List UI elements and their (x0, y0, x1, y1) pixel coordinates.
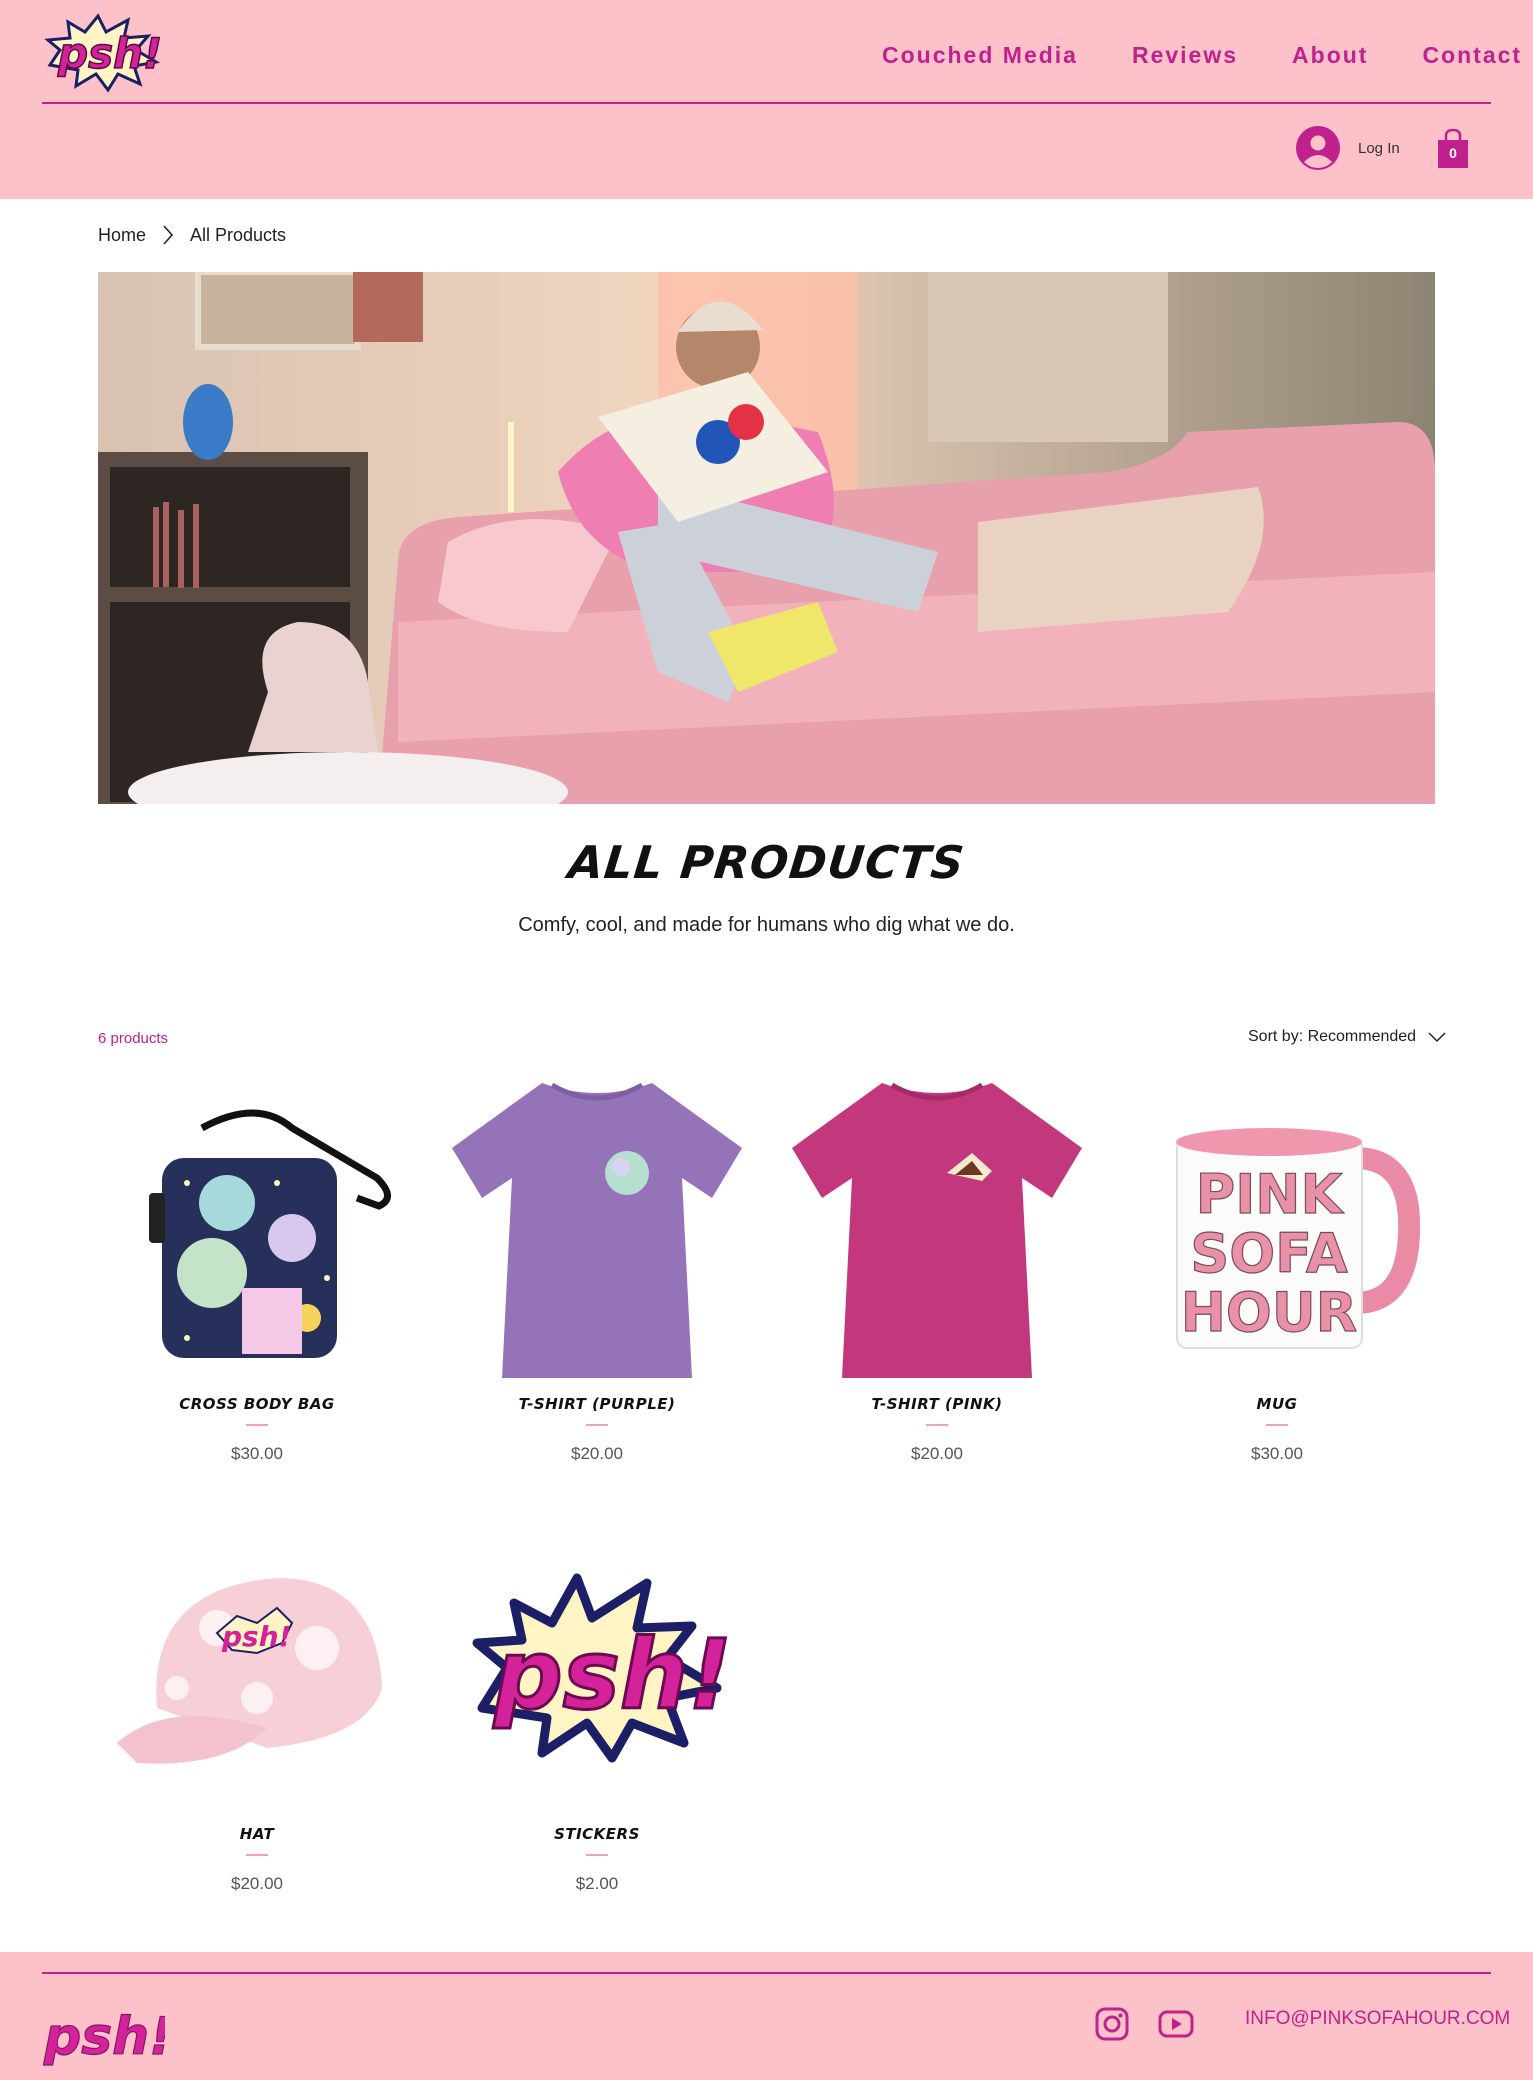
sort-label: Sort by: Recommended (1248, 1028, 1417, 1045)
product-name[interactable]: T-SHIRT (PURPLE) (447, 1395, 747, 1413)
cart-button[interactable]: 0 (1436, 128, 1470, 170)
product-card[interactable]: PINK SOFA HOUR MUG $30.00 (1127, 1073, 1427, 1464)
product-price: $20.00 (231, 1874, 283, 1893)
product-name[interactable]: STICKERS (447, 1825, 747, 1843)
divider (246, 1424, 268, 1426)
product-name[interactable]: HAT (107, 1825, 407, 1843)
divider (586, 1854, 608, 1856)
footer-divider (42, 1972, 1491, 1974)
divider (246, 1854, 268, 1856)
product-price: $20.00 (911, 1444, 963, 1463)
product-card[interactable]: T-SHIRT (PINK) $20.00 (787, 1073, 1087, 1464)
svg-text:psh!: psh! (493, 1619, 732, 1731)
divider (926, 1424, 948, 1426)
mug-text-hour: HOUR (1181, 1281, 1358, 1344)
hero-image (98, 272, 1435, 804)
product-count: 6 products (98, 1030, 169, 1047)
sticker-image: psh! (447, 1503, 747, 1813)
mug-text-pink: PINK (1196, 1163, 1345, 1226)
tshirt-pink-image (787, 1073, 1087, 1383)
product-price: $2.00 (575, 1874, 619, 1893)
contact-email-link[interactable]: INFO@PINKSOFAHOUR.COM (1245, 2008, 1510, 2030)
product-card[interactable]: psh! STICKERS $2.00 (447, 1503, 747, 1894)
svg-text:psh!: psh! (43, 2007, 165, 2067)
nav-couched-media[interactable]: Couched Media (882, 42, 1078, 69)
divider (586, 1424, 608, 1426)
svg-text:psh!: psh! (57, 29, 162, 78)
tshirt-purple-image (447, 1073, 747, 1383)
bag-image (107, 1073, 407, 1383)
breadcrumb-current: All Products (190, 224, 287, 245)
chevron-right-icon (163, 225, 174, 245)
product-name[interactable]: MUG (1127, 1395, 1427, 1413)
product-price: $30.00 (231, 1444, 283, 1463)
nav-reviews[interactable]: Reviews (1132, 42, 1238, 69)
svg-text:psh!: psh! (221, 1620, 291, 1653)
header-divider (42, 102, 1491, 104)
page-subtitle: Comfy, cool, and made for humans who dig… (518, 914, 1015, 936)
mug-text-sofa: SOFA (1190, 1222, 1347, 1285)
chevron-down-icon (1428, 1032, 1446, 1043)
youtube-icon[interactable] (1158, 2006, 1194, 2042)
site-header: psh! Couched Media Reviews About Contact… (0, 0, 1533, 199)
instagram-icon[interactable] (1094, 2006, 1130, 2042)
breadcrumb: Home All Products (98, 224, 286, 246)
product-name[interactable]: T-SHIRT (PINK) (787, 1395, 1087, 1413)
product-card[interactable]: T-SHIRT (PURPLE) $20.00 (447, 1073, 747, 1464)
product-price: $20.00 (571, 1444, 623, 1463)
user-avatar-icon (1296, 126, 1340, 170)
cart-count: 0 (1449, 145, 1457, 161)
breadcrumb-home[interactable]: Home (98, 225, 146, 246)
nav-about[interactable]: About (1292, 42, 1368, 69)
site-footer: psh! INFO@PINKSOFAHOUR.COM (0, 1952, 1533, 2080)
product-card[interactable]: CROSS BODY BAG $30.00 (107, 1073, 407, 1464)
login-label: Log In (1358, 139, 1400, 157)
mug-image: PINK SOFA HOUR (1127, 1073, 1427, 1383)
product-name[interactable]: CROSS BODY BAG (107, 1395, 407, 1413)
product-card[interactable]: psh! HAT $20.00 (107, 1503, 407, 1894)
page-title: ALL PRODUCTS (565, 836, 968, 889)
product-price: $30.00 (1251, 1444, 1303, 1463)
psh-logo[interactable]: psh! (40, 10, 165, 94)
psh-logo-footer[interactable]: psh! (40, 1986, 165, 2070)
nav-contact[interactable]: Contact (1422, 42, 1522, 69)
hat-image: psh! (107, 1503, 407, 1813)
login-button[interactable]: Log In (1296, 126, 1400, 170)
sort-dropdown[interactable]: Sort by: Recommended (1248, 1028, 1446, 1046)
divider (1266, 1424, 1288, 1426)
main-nav: Couched Media Reviews About Contact (882, 42, 1522, 69)
